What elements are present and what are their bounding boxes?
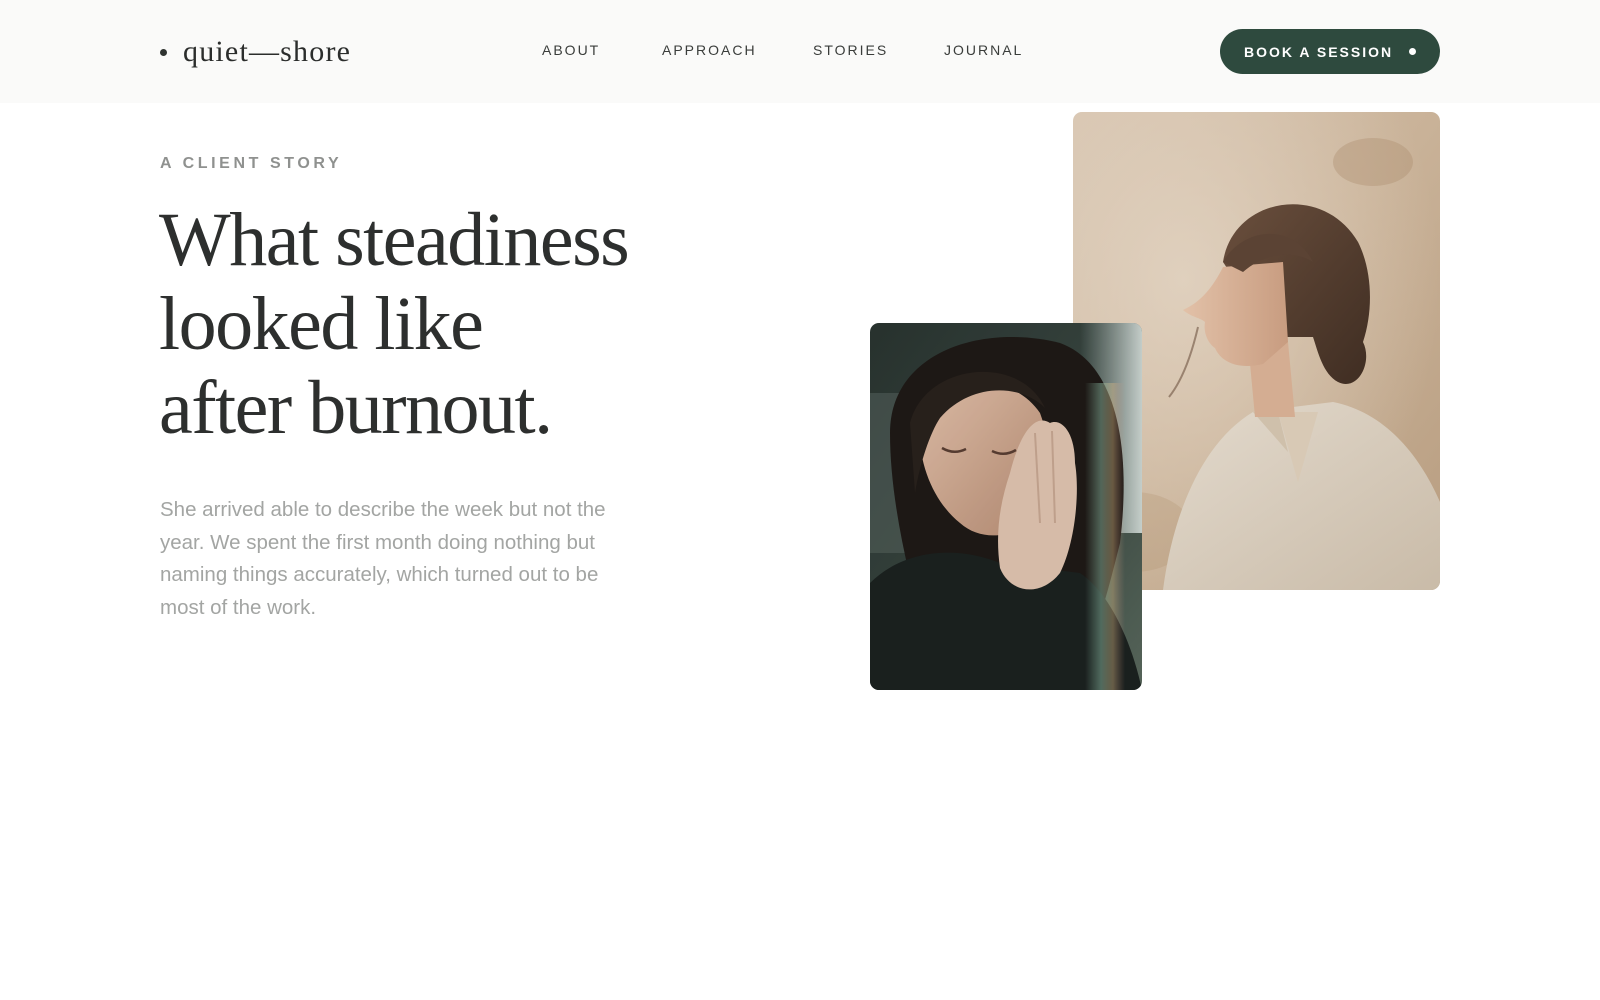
brand-logo-link[interactable]: quiet—shore (160, 30, 351, 74)
eyebrow-label: A CLIENT STORY (160, 155, 343, 172)
book-session-label: BOOK A SESSION (1244, 43, 1394, 60)
nav-link-stories[interactable]: STORIES (813, 40, 888, 60)
dot-icon (1409, 48, 1416, 55)
nav-link-about[interactable]: ABOUT (542, 40, 600, 60)
portrait-reflective-photo (870, 323, 1142, 690)
nav-link-approach[interactable]: APPROACH (662, 40, 757, 60)
brand-dot-icon (160, 48, 167, 56)
book-session-button[interactable]: BOOK A SESSION (1220, 29, 1440, 74)
headline-line-1: What steadiness (159, 198, 630, 282)
headline-line-3: after burnout. (159, 366, 553, 450)
page-title: What steadiness looked like after burnou… (159, 198, 719, 450)
story-intro-paragraph: She arrived able to describe the week bu… (160, 498, 606, 619)
site-header: quiet—shore ABOUT APPROACH STORIES JOURN… (0, 0, 1600, 103)
nav-link-journal[interactable]: JOURNAL (944, 40, 1023, 60)
brand-name: quiet—shore (183, 35, 352, 68)
headline-line-2: looked like (159, 282, 484, 366)
